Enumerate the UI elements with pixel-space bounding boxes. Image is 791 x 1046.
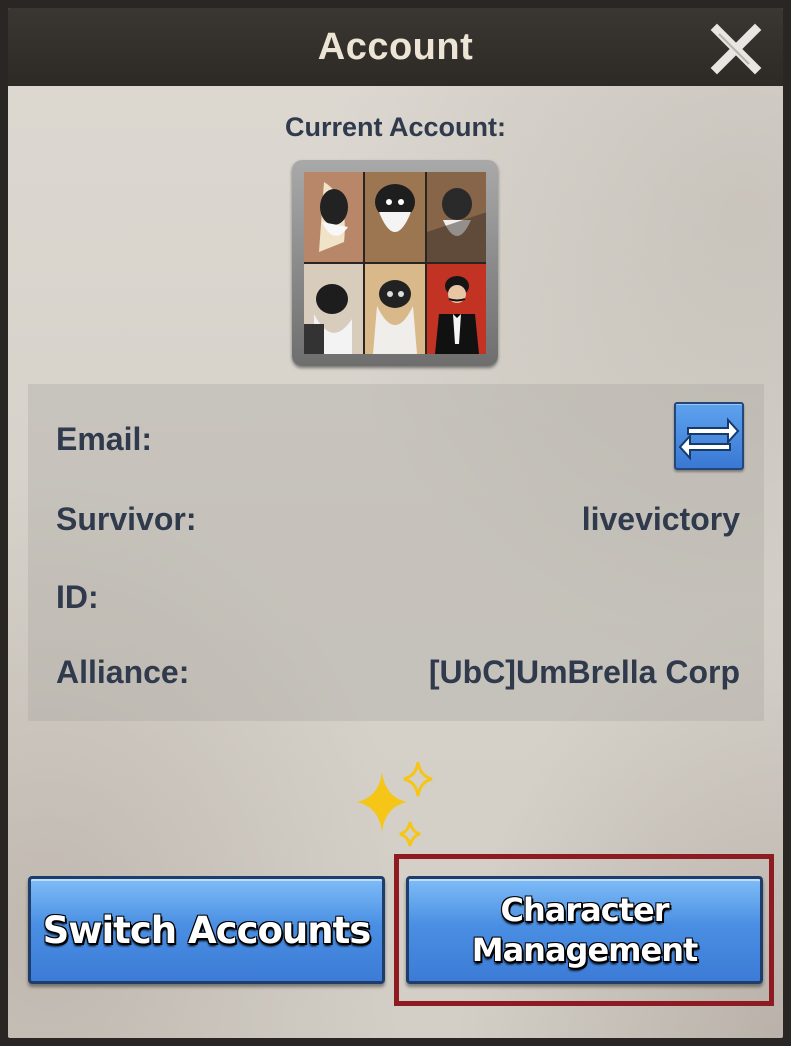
swap-email-button[interactable] xyxy=(674,402,744,470)
account-dialog: Account Current Account: Email: Survivor… xyxy=(8,8,783,1038)
character-management-label: Character Management xyxy=(471,890,699,970)
email-label: Email: xyxy=(56,421,153,457)
avatar-image xyxy=(304,172,486,354)
swap-arrows-icon xyxy=(678,417,740,461)
account-info-panel: Email: Survivor: livevictory ID: Allianc… xyxy=(28,384,764,721)
character-management-button[interactable]: Character Management xyxy=(406,876,763,984)
survivor-value: livevictory xyxy=(581,501,740,537)
avatar-tile xyxy=(304,264,364,354)
switch-accounts-label: Switch Accounts xyxy=(42,908,372,952)
dialog-title: Account xyxy=(317,26,474,68)
alliance-label: Alliance: xyxy=(56,654,190,690)
sparkle-icon xyxy=(357,762,433,847)
avatar[interactable] xyxy=(292,160,498,366)
window-frame: Account Current Account: Email: Survivor… xyxy=(0,0,791,1046)
character-management-line1: Character xyxy=(500,891,670,929)
close-x-icon xyxy=(710,23,762,75)
avatar-tile xyxy=(365,172,425,262)
close-button[interactable] xyxy=(709,22,763,76)
avatar-tile xyxy=(426,264,486,354)
alliance-value: [UbC]UmBrella Corp xyxy=(428,654,740,690)
avatar-tile xyxy=(365,264,425,354)
avatar-tile xyxy=(426,172,486,262)
survivor-label: Survivor: xyxy=(56,501,197,537)
character-management-line2: Management xyxy=(471,931,699,969)
switch-accounts-button[interactable]: Switch Accounts xyxy=(28,876,385,984)
current-account-label: Current Account: xyxy=(285,112,506,142)
avatar-tile xyxy=(304,172,364,262)
title-bar: Account xyxy=(8,8,783,86)
id-label: ID: xyxy=(56,579,99,615)
